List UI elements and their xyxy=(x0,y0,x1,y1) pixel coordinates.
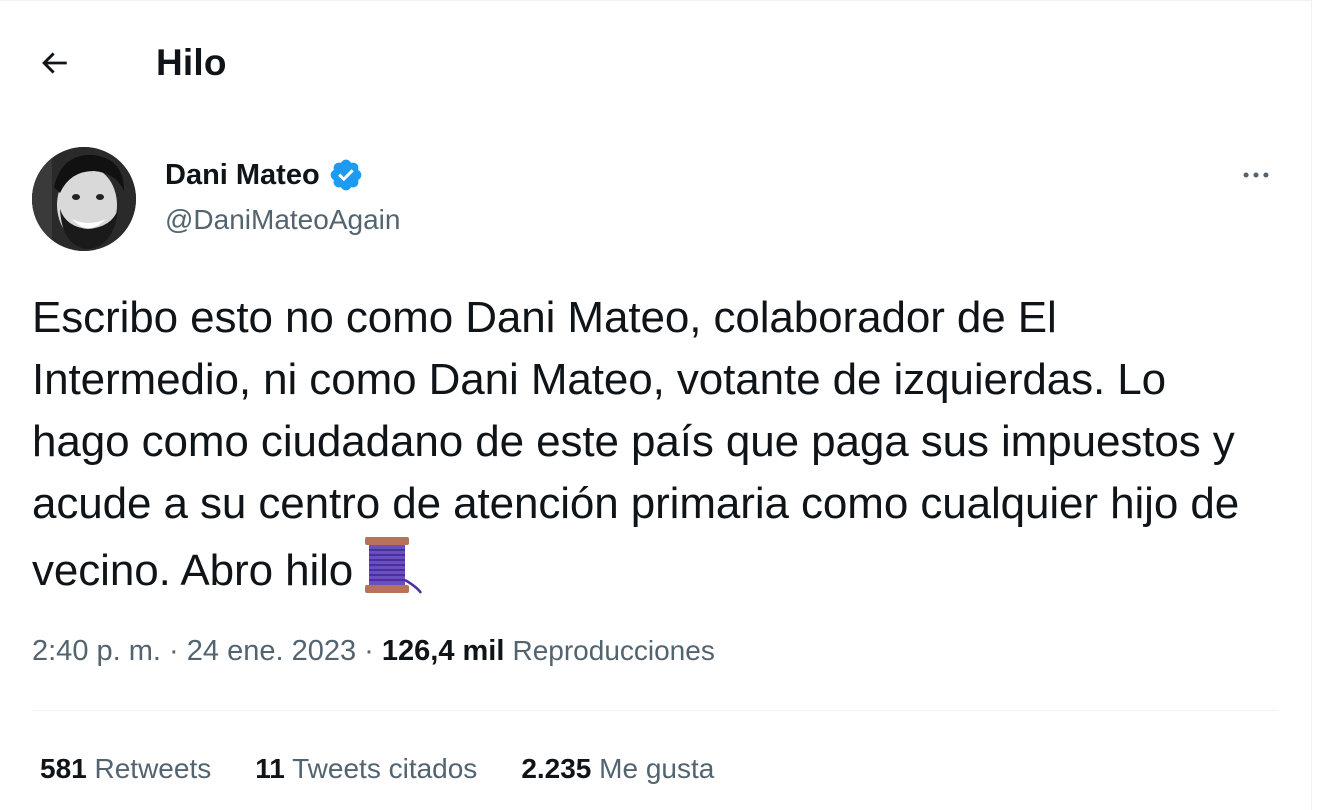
divider xyxy=(32,710,1278,711)
author-handle[interactable]: @DaniMateoAgain xyxy=(165,200,400,240)
quote-tweets-count: 11 xyxy=(255,753,285,784)
retweets-count: 581 xyxy=(40,753,87,784)
back-button[interactable] xyxy=(30,39,78,87)
meta-separator: · xyxy=(364,635,374,667)
tweet-meta: 2:40 p. m. · 24 ene. 2023 · 126,4 mil Re… xyxy=(32,631,715,671)
profile-photo xyxy=(32,147,136,251)
tweet-date: 24 ene. 2023 xyxy=(186,635,357,667)
likes-label: Me gusta xyxy=(599,753,715,784)
avatar[interactable] xyxy=(32,147,136,251)
likes-count: 2.235 xyxy=(521,753,592,784)
verified-badge-icon xyxy=(330,159,362,191)
author-name[interactable]: Dani Mateo xyxy=(165,155,364,195)
quote-tweets-label: Tweets citados xyxy=(292,753,478,784)
engagement-stats: 581 Retweets 11 Tweets citados 2.235 Me … xyxy=(40,749,758,789)
tweet-body: Escribo esto no como Dani Mateo, colabor… xyxy=(32,293,1240,595)
tweet-time: 2:40 p. m. xyxy=(32,635,161,667)
more-options-button[interactable] xyxy=(1232,151,1280,199)
retweets-label: Retweets xyxy=(94,753,212,784)
views-count: 126,4 mil xyxy=(381,635,505,667)
tweet-text: Escribo esto no como Dani Mateo, colabor… xyxy=(32,287,1272,612)
page-title: Hilo xyxy=(156,42,227,83)
thread-spool-emoji-icon xyxy=(359,535,423,612)
header: Hilo xyxy=(0,1,1311,121)
arrow-left-icon xyxy=(42,52,67,74)
more-horizontal-icon xyxy=(1243,172,1269,178)
likes-stat[interactable]: 2.235 Me gusta xyxy=(521,749,714,789)
retweets-stat[interactable]: 581 Retweets xyxy=(40,749,211,789)
author-name-text: Dani Mateo xyxy=(165,159,320,191)
views-label: Reproducciones xyxy=(512,635,715,666)
meta-separator: · xyxy=(169,635,179,667)
tweet-timestamp[interactable]: 2:40 p. m. · 24 ene. 2023 xyxy=(32,635,356,667)
quote-tweets-stat[interactable]: 11 Tweets citados xyxy=(255,749,477,789)
tweet-detail-page: Hilo Dani Mateo @DaniMateoAgain Escribo … xyxy=(0,0,1312,810)
